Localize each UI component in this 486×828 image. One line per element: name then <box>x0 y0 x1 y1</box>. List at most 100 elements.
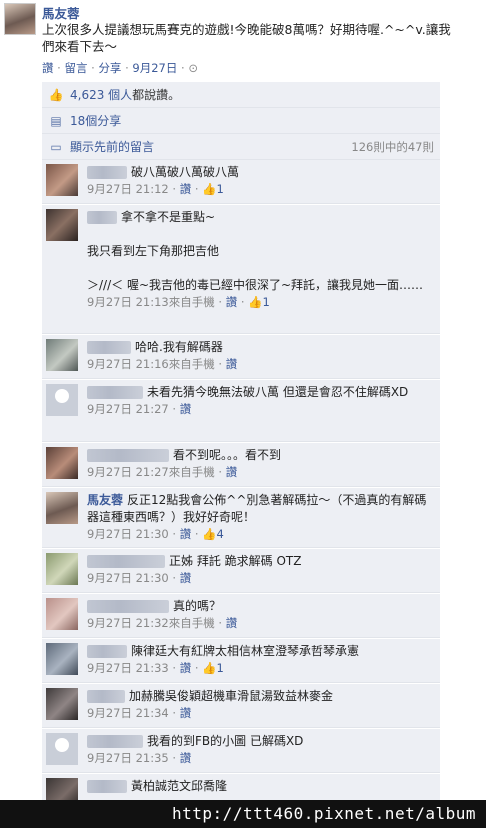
comment-text: 未看先猜今晚無法破八萬 但還是會忍不住解碼XD <box>147 385 409 399</box>
commenter-name-blurred[interactable] <box>87 600 169 613</box>
comment-like-link[interactable]: 讚 <box>226 295 238 309</box>
comment-like-count[interactable]: 4 <box>217 527 224 541</box>
likes-count[interactable]: 4,623 個人 <box>70 88 132 102</box>
commenter-avatar[interactable] <box>46 492 78 524</box>
commenter-avatar[interactable] <box>46 209 78 241</box>
commenter-avatar[interactable] <box>46 164 78 196</box>
comment-like-link[interactable]: 讚 <box>180 661 192 675</box>
comment-text: 陳律廷大有紅牌太相信林室澄琴承哲琴承憲 <box>131 644 360 658</box>
post-text: 上次很多人提議想玩馬賽克的遊戲!今晚能破8萬嗎？好期待喔.^~^v.讓我們來看下… <box>42 22 451 54</box>
commenter-name-blurred[interactable] <box>87 211 117 224</box>
comment-time[interactable]: 9月27日 21:12 <box>87 182 169 196</box>
commenter-avatar[interactable] <box>46 339 78 371</box>
comment-meta: 9月27日 21:35 · 讚 <box>87 751 192 765</box>
comment-text: 拿不拿不是重點~ <box>121 210 216 224</box>
mobile-label: 來自手機 <box>168 357 215 371</box>
comment: 拿不拿不是重點~ 我只看到左下角那把吉他 ＞///＜ 喔~我吉他的毒已經中很深了… <box>42 205 440 334</box>
comment: 馬友蓉 反正12點我會公佈^^別急著解碼拉～（不過真的有解碼器這種東西嗎？）我好好… <box>42 488 440 548</box>
share-link[interactable]: 分享 <box>98 61 121 75</box>
comment-text: 破八萬破八萬破八萬 <box>131 165 240 179</box>
author-avatar[interactable] <box>4 3 36 35</box>
comment-time[interactable]: 9月27日 21:27 <box>87 402 169 416</box>
comment: 正姊 拜託 跪求解碼 OTZ 9月27日 21:30 · 讚 <box>42 549 440 593</box>
comment-time[interactable]: 9月27日 21:35 <box>87 751 169 765</box>
comment-meta: 9月27日 21:27 · 讚 <box>87 402 192 416</box>
commenter-avatar[interactable] <box>46 598 78 630</box>
comment-text: 哈哈.我有解碼器 <box>135 340 223 354</box>
comment-like-link[interactable]: 讚 <box>180 706 192 720</box>
commenter-name-blurred[interactable] <box>87 780 127 793</box>
thumbs-up-icon: 👍 <box>202 182 217 196</box>
commenter-name-blurred[interactable] <box>87 386 143 399</box>
comment-text: 黃柏誠范文邱喬隆 <box>131 779 228 793</box>
comment-meta: 9月27日 21:12 · 讚 · 👍1 <box>87 182 224 196</box>
comment-meta: 9月27日 21:16來自手機 · 讚 <box>87 357 238 371</box>
commenter-name[interactable]: 馬友蓉 <box>87 493 123 507</box>
comment-bubble-icon: ▭ <box>50 140 62 154</box>
comment-time[interactable]: 9月27日 21:34 <box>87 706 169 720</box>
shares-count[interactable]: 18個分享 <box>70 114 121 128</box>
likes-row[interactable]: 👍 4,623 個人都說讚。 <box>42 82 440 108</box>
comment-text: 我看的到FB的小圖 已解碼XD <box>147 734 304 748</box>
shares-row[interactable]: ▤ 18個分享 <box>42 108 440 134</box>
comment-text: 正姊 拜託 跪求解碼 OTZ <box>169 554 302 568</box>
post-actions: 讚 · 留言 · 分享 · 9月27日 · ⊙ <box>42 60 198 76</box>
like-link[interactable]: 讚 <box>42 61 54 75</box>
separator: · <box>57 61 61 75</box>
share-icon: ▤ <box>50 114 62 128</box>
separator: · <box>91 61 95 75</box>
post-author[interactable]: 馬友蓉 <box>42 3 80 22</box>
comment-like-count[interactable]: 1 <box>217 182 224 196</box>
comment-meta: 9月27日 21:30 · 讚 · 👍4 <box>87 527 224 541</box>
comment-time[interactable]: 9月27日 21:16 <box>87 357 169 371</box>
comment: 加赫騰吳俊穎超機車滑鼠湯致益林麥金 9月27日 21:34 · 讚 <box>42 684 440 728</box>
comment-like-link[interactable]: 讚 <box>180 527 192 541</box>
commenter-avatar[interactable] <box>46 643 78 675</box>
thumbs-up-icon: 👍 <box>48 88 64 102</box>
likes-suffix: 都說讚。 <box>132 88 181 102</box>
comment-time[interactable]: 9月27日 21:32 <box>87 616 169 630</box>
comment-link[interactable]: 留言 <box>64 61 87 75</box>
prev-comments-link[interactable]: 顯示先前的留言 <box>70 140 154 154</box>
comment-time[interactable]: 9月27日 21:13 <box>87 295 169 309</box>
comment-time[interactable]: 9月27日 21:30 <box>87 571 169 585</box>
comment: 看不到呢。。。看不到 9月27日 21:27來自手機 · 讚 <box>42 443 440 487</box>
mobile-label: 來自手機 <box>168 616 215 630</box>
comment-like-link[interactable]: 讚 <box>180 402 192 416</box>
comment-text: 反正12點我會公佈^^別急著解碼拉～（不過真的有解碼器這種東西嗎？）我好好奇呢！ <box>87 493 427 524</box>
separator: · <box>181 61 185 75</box>
commenter-name-blurred[interactable] <box>87 166 127 179</box>
comment-like-link[interactable]: 讚 <box>180 751 192 765</box>
commenter-name-blurred[interactable] <box>87 690 125 703</box>
comment: 陳律廷大有紅牌太相信林室澄琴承哲琴承憲 9月27日 21:33 · 讚 · 👍1 <box>42 639 440 683</box>
commenter-name-blurred[interactable] <box>87 645 127 658</box>
commenter-name-blurred[interactable] <box>87 341 131 354</box>
feedback-box: 👍 4,623 個人都說讚。 ▤ 18個分享 ▭ 顯示先前的留言 126則中的4… <box>42 82 440 160</box>
comment-like-count[interactable]: 1 <box>217 661 224 675</box>
comment-time[interactable]: 9月27日 21:33 <box>87 661 169 675</box>
commenter-name-blurred[interactable] <box>87 735 143 748</box>
comment-like-link[interactable]: 讚 <box>180 571 192 585</box>
comment-time[interactable]: 9月27日 21:27 <box>87 465 169 479</box>
separator: · <box>125 61 129 75</box>
comment-like-link[interactable]: 讚 <box>226 465 238 479</box>
commenter-avatar[interactable] <box>46 447 78 479</box>
comment-meta: 9月27日 21:32來自手機 · 讚 <box>87 616 238 630</box>
post-time[interactable]: 9月27日 <box>132 61 177 75</box>
comment-time[interactable]: 9月27日 21:30 <box>87 527 169 541</box>
commenter-name-blurred[interactable] <box>87 449 169 462</box>
comment-meta: 9月27日 21:33 · 讚 · 👍1 <box>87 661 224 675</box>
comment-like-count[interactable]: 1 <box>263 295 270 309</box>
prev-comments-row[interactable]: ▭ 顯示先前的留言 126則中的47則 <box>42 134 440 160</box>
comment-text-line2: 我只看到左下角那把吉他 <box>87 244 220 258</box>
globe-icon: ⊙ <box>188 61 198 75</box>
commenter-avatar[interactable] <box>46 553 78 585</box>
comment: 哈哈.我有解碼器 9月27日 21:16來自手機 · 讚 <box>42 335 440 379</box>
comment-like-link[interactable]: 讚 <box>180 182 192 196</box>
commenter-avatar[interactable] <box>46 733 78 765</box>
commenter-avatar[interactable] <box>46 688 78 720</box>
commenter-name-blurred[interactable] <box>87 555 165 568</box>
comment-like-link[interactable]: 讚 <box>226 616 238 630</box>
comment-like-link[interactable]: 讚 <box>226 357 238 371</box>
commenter-avatar[interactable] <box>46 384 78 416</box>
